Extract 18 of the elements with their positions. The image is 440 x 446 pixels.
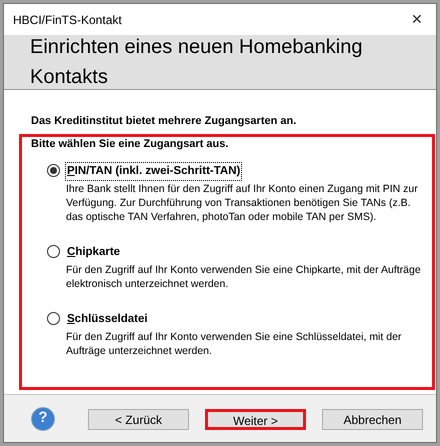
option-description: Für den Zugriff auf Ihr Konto verwenden Sie eine Chipkarte, mit der Aufträge elektronisch unterzeichnet werden. xyxy=(66,263,422,291)
help-icon[interactable]: ? xyxy=(31,406,55,430)
radio-button[interactable] xyxy=(47,244,60,258)
close-button[interactable]: ✕ xyxy=(407,9,427,30)
radio-button[interactable] xyxy=(47,164,60,176)
option-description: Für den Zugriff auf Ihr Konto verwenden Sie eine Schlüsseldatei, mit der Aufträge unterzeichnet werden. xyxy=(66,330,402,358)
option-label: PIN/TAN (inkl. zwei-Schritt-TAN) xyxy=(66,162,242,180)
option-description: Ihre Bank stellt Ihnen für den Zugriff auf Ihr Konto einen Zugang mit PIN zur Verfügung. Zur Durchführung von Transaktionen benötigen Sie TANs (z.B. das optische TAN Verfahren, photoTan oder mobile TAN per SMS). xyxy=(66,182,419,224)
window-title: HBCI/FinTS-Kontakt xyxy=(13,12,122,28)
option-label: Chipkarte xyxy=(66,244,122,260)
intro-text: Das Kreditinstitut bietet mehrere Zugangsarten an. xyxy=(30,114,298,129)
dialog-button[interactable]: Abbrechen xyxy=(322,409,423,430)
header-title: Einrichten eines neuen Homebanking Kontakts xyxy=(30,35,364,90)
dialog-button[interactable]: < Zurück xyxy=(88,409,189,430)
option-label: Schlüsseldatei xyxy=(66,312,149,327)
dialog-button[interactable]: Weiter > xyxy=(205,409,306,430)
radio-button[interactable] xyxy=(47,312,60,325)
prompt-text: Bitte wählen Sie eine Zugangsart aus. xyxy=(31,136,230,150)
